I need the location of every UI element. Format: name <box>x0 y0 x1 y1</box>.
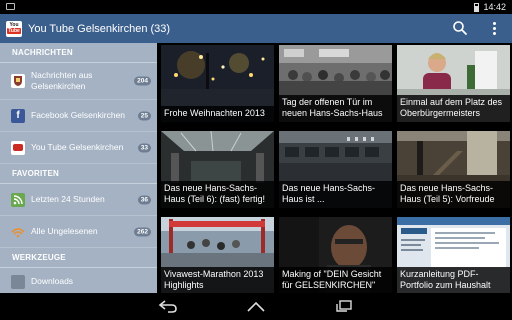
home-icon <box>247 301 265 312</box>
unread-count-badge: 33 <box>137 143 151 152</box>
logo-text-bottom: Tube <box>7 28 21 34</box>
search-icon <box>453 21 467 35</box>
video-tile[interactable]: Vivawest-Marathon 2013 Highlights <box>161 217 274 294</box>
download-icon <box>11 274 25 289</box>
sidebar-item-label: Downloads <box>31 276 74 286</box>
video-title: Making of "DEIN Gesicht für GELSENKIRCHE… <box>279 267 392 294</box>
back-button[interactable] <box>158 299 178 313</box>
overflow-dot-icon <box>492 31 496 35</box>
video-tile[interactable]: Frohe Weihnachten 2013 <box>161 45 274 122</box>
back-icon <box>158 300 177 313</box>
video-title: Das neue Hans-Sachs-Haus (Teil 6): (fast… <box>161 181 274 208</box>
home-button[interactable] <box>246 299 266 313</box>
city-crest-icon <box>11 74 25 88</box>
section-header-favoriten: FAVORITEN <box>0 164 157 184</box>
sidebar-item-downloads[interactable]: Downloads <box>0 268 157 293</box>
sidebar-item-label: You Tube Gelsenkirchen <box>31 142 124 152</box>
rss-icon <box>11 192 25 207</box>
video-grid: Frohe Weihnachten 2013 Tag der offenen T… <box>161 45 512 294</box>
video-tile[interactable]: Kurzanleitung PDF-Portfolio zum Haushalt <box>397 217 510 294</box>
search-button[interactable] <box>452 20 468 36</box>
sidebar-item-nachrichten[interactable]: Nachrichten aus Gelsenkirchen 204 <box>0 63 157 100</box>
video-title: Einmal auf dem Platz des Oberbürgermeist… <box>397 95 510 122</box>
system-navigation-bar <box>0 293 512 320</box>
overflow-dot-icon <box>492 21 496 25</box>
battery-icon <box>474 2 480 12</box>
unread-count-badge: 36 <box>137 195 151 204</box>
overflow-menu-button[interactable] <box>490 20 498 36</box>
youtube-app-icon[interactable]: You Tube <box>6 20 22 37</box>
video-title: Tag der offenen Tür im neuen Hans-Sachs-… <box>279 95 392 122</box>
feed-icon <box>11 225 25 239</box>
sidebar-item-label: Nachrichten aus Gelsenkirchen <box>31 70 93 91</box>
sidebar-item-youtube[interactable]: You Tube Gelsenkirchen 33 <box>0 132 157 164</box>
sidebar-item-all-unread[interactable]: Alle Ungelesenen 262 <box>0 216 157 248</box>
status-bar: 14:42 <box>0 0 512 14</box>
sidebar-item-label: Alle Ungelesenen <box>31 226 98 236</box>
video-tile[interactable]: Tag der offenen Tür im neuen Hans-Sachs-… <box>279 45 392 122</box>
video-title: Das neue Hans-Sachs-Haus ist ... <box>279 181 392 208</box>
sidebar-item-facebook[interactable]: f Facebook Gelsenkirchen 25 <box>0 100 157 132</box>
video-tile[interactable]: Das neue Hans-Sachs-Haus ist ... <box>279 131 392 208</box>
video-title: Vivawest-Marathon 2013 Highlights <box>161 267 274 294</box>
video-tile[interactable]: Das neue Hans-Sachs-Haus (Teil 6): (fast… <box>161 131 274 208</box>
sidebar-item-label: Facebook Gelsenkirchen <box>31 110 126 120</box>
app-title: You Tube Gelsenkirchen (33) <box>28 22 171 35</box>
recent-apps-button[interactable] <box>334 299 354 313</box>
unread-count-badge: 262 <box>134 227 151 236</box>
status-time: 14:42 <box>483 2 506 12</box>
recent-apps-icon <box>336 300 352 312</box>
sidebar[interactable]: NACHRICHTEN Nachrichten aus Gelsenkirche… <box>0 43 157 293</box>
video-tile[interactable]: Einmal auf dem Platz des Oberbürgermeist… <box>397 45 510 122</box>
video-tile[interactable]: Making of "DEIN Gesicht für GELSENKIRCHE… <box>279 217 392 294</box>
sidebar-item-last-24-hours[interactable]: Letzten 24 Stunden 36 <box>0 184 157 216</box>
youtube-icon <box>11 140 25 155</box>
unread-count-badge: 204 <box>134 76 151 86</box>
section-header-werkzeuge: WERKZEUGE <box>0 248 157 268</box>
video-tile[interactable]: Das neue Hans-Sachs-Haus (Teil 5): Vorfr… <box>397 131 510 208</box>
video-title: Kurzanleitung PDF-Portfolio zum Haushalt <box>397 267 510 294</box>
screenshot-notification-icon <box>6 3 15 10</box>
video-title: Das neue Hans-Sachs-Haus (Teil 5): Vorfr… <box>397 181 510 208</box>
status-bar-right: 14:42 <box>474 0 506 14</box>
action-bar: You Tube You Tube Gelsenkirchen (33) <box>0 14 512 43</box>
overflow-dot-icon <box>492 26 496 30</box>
video-title: Frohe Weihnachten 2013 <box>161 106 274 122</box>
unread-count-badge: 25 <box>137 111 151 120</box>
facebook-icon: f <box>11 108 25 123</box>
sidebar-item-label: Letzten 24 Stunden <box>31 194 105 204</box>
section-header-nachrichten: NACHRICHTEN <box>0 43 157 63</box>
